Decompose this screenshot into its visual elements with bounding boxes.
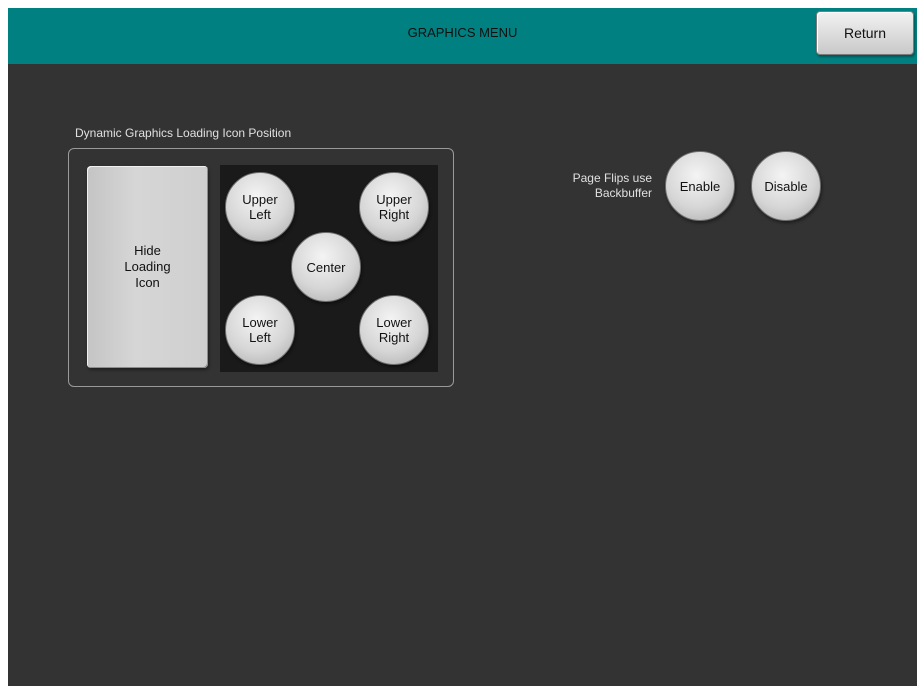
graphics-menu-screen: GRAPHICS MENU Return Dynamic Graphics Lo… xyxy=(8,8,917,686)
upper-left-label-line-1: Upper xyxy=(242,192,278,207)
page-title: GRAPHICS MENU xyxy=(407,25,518,40)
return-button[interactable]: Return xyxy=(816,11,914,55)
center-label: Center xyxy=(306,259,346,275)
enable-button[interactable]: Enable xyxy=(665,151,735,221)
upper-right-label-line-1: Upper xyxy=(376,192,412,207)
hide-label-line-2: Loading xyxy=(124,259,171,274)
loading-icon-section-label: Dynamic Graphics Loading Icon Position xyxy=(75,126,292,140)
page-flips-label: Page Flips use Backbuffer xyxy=(528,171,652,201)
lower-right-label-line-2: Right xyxy=(378,330,410,345)
lower-right-button[interactable]: Lower Right xyxy=(359,295,429,365)
upper-left-button[interactable]: Upper Left xyxy=(225,172,295,242)
disable-button[interactable]: Disable xyxy=(751,151,821,221)
page-flips-label-line-2: Backbuffer xyxy=(594,186,652,200)
center-button[interactable]: Center xyxy=(291,232,361,302)
hide-loading-icon-button[interactable]: Hide Loading Icon xyxy=(87,166,208,368)
page-flips-label-line-1: Page Flips use xyxy=(572,171,652,185)
enable-label: Enable xyxy=(679,178,721,194)
lower-left-button[interactable]: Lower Left xyxy=(225,295,295,365)
upper-right-button[interactable]: Upper Right xyxy=(359,172,429,242)
upper-right-label-line-2: Right xyxy=(378,207,410,222)
hide-label-line-3: Icon xyxy=(135,275,160,290)
disable-label: Disable xyxy=(764,178,808,194)
hide-label-line-1: Hide xyxy=(134,243,161,258)
lower-left-label-line-2: Left xyxy=(249,330,271,345)
header-bar: GRAPHICS MENU Return xyxy=(8,8,917,64)
upper-left-label-line-2: Left xyxy=(249,207,271,222)
lower-right-label-line-1: Lower xyxy=(376,315,412,330)
lower-left-label-line-1: Lower xyxy=(242,315,278,330)
